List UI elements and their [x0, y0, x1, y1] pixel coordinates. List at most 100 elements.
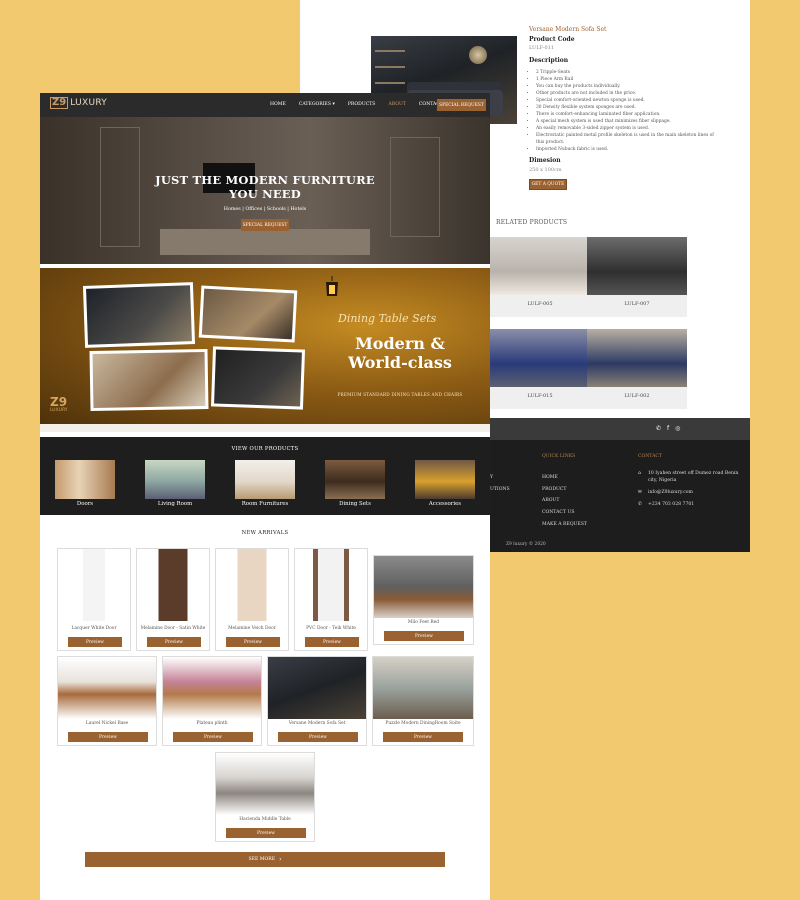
category-room-furnitures[interactable]: Room Furnitures [235, 460, 295, 507]
related-products-title: RELATED PRODUCTS [496, 219, 568, 226]
category-thumbnail [145, 460, 205, 499]
banner-logo: Z9 LUXURY [50, 396, 68, 413]
footer-link-product[interactable]: PRODUCT [542, 484, 587, 496]
product-card[interactable]: Lacquer White Door Preview [57, 548, 131, 651]
product-card[interactable]: Milo Feet Bed Preview [373, 555, 474, 645]
product-image [268, 657, 366, 719]
preview-button[interactable]: Preview [68, 732, 148, 742]
banner-subtitle: PREMIUM STANDARD DINING TABLES AND CHAIR… [337, 392, 463, 397]
related-product-image [587, 237, 687, 295]
preview-button[interactable]: Preview [173, 732, 253, 742]
nav-home[interactable]: HOME [270, 102, 286, 107]
category-thumbnail [55, 460, 115, 499]
category-doors[interactable]: Doors [55, 460, 115, 507]
nav-about[interactable]: ABOUT [388, 102, 405, 107]
product-name: Melamine Veich Door [228, 626, 276, 631]
banner-photo [198, 285, 298, 343]
product-card[interactable]: PVC Door - Teik White Preview [294, 548, 368, 651]
category-living-room[interactable]: Living Room [145, 460, 205, 507]
category-accessories[interactable]: Accessories [415, 460, 475, 507]
product-name: Lacquer White Door [71, 626, 117, 631]
description-item: Other products are not included in the p… [536, 90, 716, 97]
get-a-quote-button[interactable]: GET A QUOTE [529, 179, 567, 190]
contact-title: CONTACT [638, 454, 663, 459]
preview-button[interactable]: Preview [278, 732, 358, 742]
footer-link-contact[interactable]: CONTACT US [542, 507, 587, 519]
copyright: Z9 luxury © 2020 [506, 542, 546, 547]
description-item: Imported Nubuck fabric is used. [536, 146, 716, 153]
nav-products[interactable]: PRODUCTS [348, 102, 376, 107]
shelf [375, 50, 405, 52]
banner-logo-mark: Z9 [50, 395, 68, 409]
category-label: Doors [76, 501, 94, 507]
product-image [216, 753, 314, 815]
email-text[interactable]: info@Z9luxury.com [648, 490, 693, 497]
related-product-card[interactable]: LULF-007 [587, 237, 687, 317]
category-label: Living Room [157, 501, 193, 507]
product-card[interactable]: Puzzle Modern DiningRoom Suite Preview [372, 656, 474, 746]
footer-link[interactable]: UTIONS [490, 484, 510, 496]
special-request-button[interactable]: SPECIAL REQUEST [437, 99, 486, 111]
footer-link-home[interactable]: HOME [542, 472, 587, 484]
view-products-section: VIEW OUR PRODUCTS Doors Living Room Room… [40, 437, 490, 515]
banner-script: Dining Table Sets [338, 312, 437, 325]
banner-headline-line2: World-class [348, 353, 452, 372]
phone-icon: ✆ [638, 502, 642, 507]
brand-logo[interactable]: Z9 LUXURY [50, 97, 107, 109]
contact-phone: ✆ +234 703 028 7701 [638, 502, 743, 509]
footer-link[interactable]: Y [490, 472, 510, 484]
quick-links-title: QUICK LINKS [542, 454, 576, 459]
category-dining-sets[interactable]: Dining Sets [325, 460, 385, 507]
preview-button[interactable]: Preview [147, 637, 201, 647]
preview-button[interactable]: Preview [384, 631, 464, 641]
see-more-label: SEE MORE [248, 857, 276, 862]
hero-special-request-button[interactable]: SPECIAL REQUEST [241, 219, 289, 231]
related-product-card[interactable]: LULF-005 [490, 237, 590, 317]
product-card[interactable]: Melamine Door - Satin White Preview [136, 548, 210, 651]
product-name: Plateau plinth [196, 721, 228, 726]
preview-button[interactable]: Preview [383, 732, 463, 742]
banner-bottom-strip [40, 424, 490, 432]
envelope-icon: ✉ [638, 490, 642, 495]
related-product-code: LULF-002 [624, 393, 650, 399]
nav-categories[interactable]: CATEGORIES ▾ [299, 102, 335, 107]
preview-button[interactable]: Preview [68, 637, 122, 647]
description-item: 1 Piece Arm Rail [536, 76, 716, 83]
dining-banner[interactable]: Dining Table Sets Modern & World-class P… [40, 268, 490, 432]
product-name: Laurel Nickel Base [85, 721, 129, 726]
product-image [137, 549, 209, 621]
instagram-icon[interactable]: ◎ [675, 425, 680, 432]
facebook-icon[interactable]: f [667, 425, 669, 432]
see-more-button[interactable]: SEE MORE › [85, 852, 445, 867]
related-product-card[interactable]: LULF-015 [490, 329, 590, 409]
preview-button[interactable]: Preview [226, 637, 280, 647]
product-card[interactable]: Versane Modern Sofa Set Preview [267, 656, 367, 746]
phone-text[interactable]: +234 703 028 7701 [648, 502, 694, 509]
related-product-card[interactable]: LULF-002 [587, 329, 687, 409]
home-icon: ⌂ [638, 471, 641, 476]
description-item: You can buy the products individually. [536, 83, 716, 90]
related-product-code: LULF-007 [624, 301, 650, 307]
footer-link-request[interactable]: MAKE A REQUEST [542, 519, 587, 531]
description-list: 2 Tripple-Seats 1 Piece Arm Rail You can… [536, 69, 716, 153]
lamp-icon [326, 276, 338, 296]
product-card[interactable]: Melamine Veich Door Preview [215, 548, 289, 651]
preview-button[interactable]: Preview [305, 637, 359, 647]
category-label: Room Furnitures [241, 501, 289, 507]
product-name: Puzzle Modern DiningRoom Suite [385, 721, 461, 726]
banner-photo [82, 282, 196, 348]
description-item: 2 Tripple-Seats [536, 69, 716, 76]
product-image [163, 657, 261, 719]
footer-link-about[interactable]: ABOUT [542, 495, 587, 507]
product-card[interactable]: Hacienda Middle Table Preview [215, 752, 315, 842]
whatsapp-icon[interactable]: ✆ [656, 425, 661, 432]
category-label: Accessories [428, 501, 462, 507]
preview-button[interactable]: Preview [226, 828, 306, 838]
product-image [58, 549, 130, 621]
product-name: Milo Feet Bed [407, 620, 440, 625]
hero-section: JUST THE MODERN FURNITURE YOU NEED Homes… [40, 117, 490, 264]
product-card[interactable]: Plateau plinth Preview [162, 656, 262, 746]
banner-headline-line1: Modern & [355, 334, 445, 353]
related-product-code: LULF-015 [527, 393, 553, 399]
product-card[interactable]: Laurel Nickel Base Preview [57, 656, 157, 746]
